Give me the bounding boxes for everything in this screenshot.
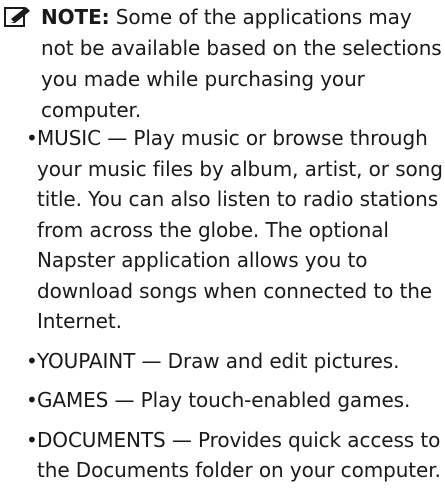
bullet-item-documents: • DOCUMENTS — Provides quick access to t… (26, 425, 443, 486)
bullet-item-games: • GAMES — Play touch-enabled games. (26, 385, 443, 416)
bullet-text: MUSIC — Play music or browse through you… (37, 126, 443, 333)
pencil-note-icon (4, 7, 30, 27)
bullet-text: YOUPAINT — Draw and edit pictures. (37, 348, 400, 373)
bullet-symbol: • (26, 348, 38, 373)
bullet-item-youpaint: • YOUPAINT — Draw and edit pictures. (26, 346, 443, 377)
document-page: NOTE: Some of the applications may not b… (0, 0, 445, 482)
bullet-symbol: • (26, 388, 38, 412)
bullet-text: DOCUMENTS — Provides quick access to the… (37, 427, 441, 483)
note-text: NOTE: Some of the applications may not b… (41, 2, 442, 126)
note-label: NOTE: (41, 5, 110, 29)
note-block: NOTE: Some of the applications may not b… (4, 2, 442, 126)
bullet-item-music: • MUSIC — Play music or browse through y… (26, 123, 443, 337)
bullet-text: GAMES — Play touch-enabled games. (37, 388, 411, 412)
bullet-symbol: • (26, 427, 38, 452)
bullet-symbol: • (26, 126, 38, 150)
app-bullet-list: • MUSIC — Play music or browse through y… (26, 123, 443, 495)
